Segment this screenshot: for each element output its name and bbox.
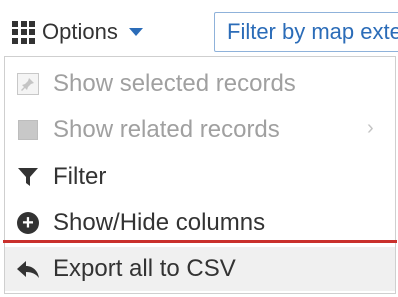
toolbar: Options (0, 0, 398, 56)
highlight-line (3, 240, 397, 243)
square-icon (15, 117, 41, 143)
filter-by-map-extent-input[interactable] (214, 12, 398, 52)
grid-icon (12, 20, 35, 44)
pin-icon (15, 71, 41, 97)
menu-item-label: Show/Hide columns (53, 209, 266, 236)
menu-item-show-selected-records[interactable]: Show selected records (5, 61, 395, 107)
menu-item-label: Filter (53, 163, 107, 190)
funnel-icon (15, 164, 41, 190)
chevron-right-icon: › (367, 117, 374, 139)
menu-item-label: Show related records (53, 116, 280, 143)
options-label: Options (42, 19, 118, 44)
options-button[interactable]: Options (12, 12, 143, 52)
options-menu: Show selected records Show related recor… (4, 56, 396, 294)
menu-item-filter[interactable]: Filter (5, 154, 395, 200)
plus-circle-icon: + (15, 210, 41, 236)
caret-down-icon (128, 28, 143, 36)
menu-item-export-all-to-csv[interactable]: Export all to CSV (5, 247, 395, 291)
menu-item-label: Show selected records (53, 70, 296, 97)
menu-item-show-related-records[interactable]: Show related records › (5, 107, 395, 153)
menu-item-label: Export all to CSV (53, 255, 236, 282)
export-arrow-icon (15, 256, 41, 282)
